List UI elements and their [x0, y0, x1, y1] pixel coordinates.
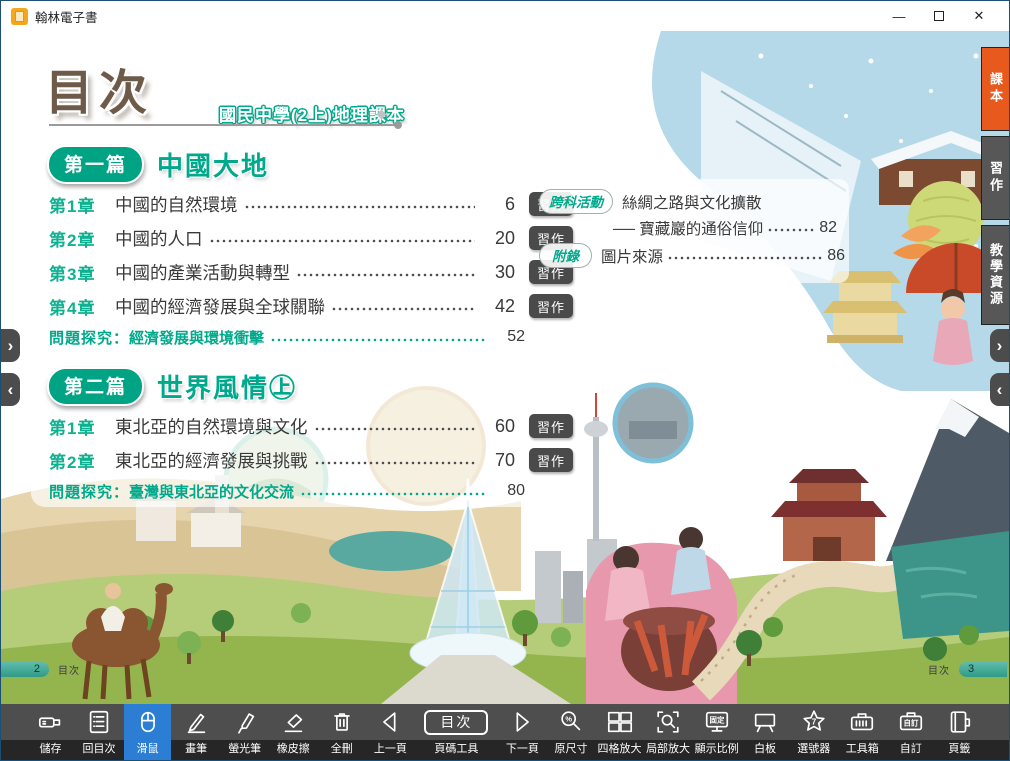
appendix-entry[interactable]: 附錄 圖片來源 86	[539, 243, 845, 268]
tab-textbook[interactable]: 課本	[981, 47, 1009, 131]
title-bar: 翰林電子書 — ✕	[1, 1, 1009, 31]
toc-row-ch1[interactable]: 第1章 東北亞的自然環境與文化 60 習作	[49, 409, 573, 443]
left-page-footer: 2 目次	[1, 662, 89, 677]
section-2-title: 世界風情㊤	[157, 368, 297, 405]
cross-subject-entry[interactable]: 跨科活動 絲綢之路與文化擴散 ── 寶藏巖的通俗信仰 82	[539, 189, 845, 239]
monitor-fixed-icon: 固定	[703, 708, 731, 736]
toolbar-eraser[interactable]: 橡皮擦	[270, 704, 317, 760]
pen-icon	[182, 708, 210, 736]
zoom-percent-icon: %	[557, 708, 585, 736]
toolbar-highlighter[interactable]: 螢光筆	[221, 704, 268, 760]
page-title: 目次	[45, 53, 153, 123]
toc-row-explore-1[interactable]: 問題探究： 經濟發展與環境衝擊 52	[49, 323, 573, 351]
section-2-rows: 第1章 東北亞的自然環境與文化 60 習作 第2章 東北亞的經濟發展與挑戰 70…	[49, 409, 573, 505]
trash-icon	[328, 708, 356, 736]
mouse-icon	[134, 708, 162, 736]
toc-list-icon	[85, 708, 113, 736]
dot-leader	[209, 237, 475, 245]
right-edge-forward-arrow[interactable]: ›	[990, 329, 1009, 362]
toc-row-explore-2[interactable]: 問題探究： 臺灣與東北亞的文化交流 80	[49, 477, 573, 505]
star-number-icon: 7	[800, 708, 828, 736]
next-page-triangle-icon	[508, 708, 536, 736]
toolbar-partial-zoom[interactable]: 局部放大	[645, 704, 692, 760]
toc-row-ch3[interactable]: 第3章 中國的產業活動與轉型 30 習作	[49, 255, 573, 289]
workbook-badge[interactable]: 習作	[529, 294, 573, 318]
custom-case-icon: 自訂	[897, 708, 925, 736]
custom-text: 自訂	[903, 718, 918, 728]
book-page: 目次 國民中學(2上)地理課本 第一篇 中國大地 第1章 中國的自然環境 6 習…	[1, 31, 1009, 704]
toolbar-page-tabs[interactable]: 頁籤	[936, 704, 983, 760]
workbook-badge[interactable]: 習作	[529, 448, 573, 472]
toolbar-four-grid-zoom[interactable]: 四格放大	[596, 704, 643, 760]
dot-leader	[300, 490, 485, 498]
tab-workbook[interactable]: 習作	[981, 136, 1009, 220]
toc-row-ch2[interactable]: 第2章 東北亞的經濟發展與挑戰 70 習作	[49, 443, 573, 477]
side-tab-group: 課本 習作 教學資源	[981, 47, 1009, 330]
dot-leader	[767, 226, 815, 234]
toolbar-pen[interactable]: 畫筆	[173, 704, 220, 760]
right-page-number: 3	[959, 662, 1007, 677]
toc-row-ch4[interactable]: 第4章 中國的經濟發展與全球關聯 42 習作	[49, 289, 573, 323]
maximize-button[interactable]	[919, 2, 959, 30]
maximize-icon	[934, 11, 944, 21]
toolbar-custom[interactable]: 自訂 自訂	[887, 704, 934, 760]
current-page-button[interactable]: 目次	[424, 710, 488, 735]
app-title: 翰林電子書	[35, 7, 98, 26]
section-1-title: 中國大地	[157, 146, 269, 183]
toolbar-whiteboard[interactable]: 白板	[742, 704, 789, 760]
whiteboard-icon	[751, 708, 779, 736]
dot-leader	[270, 336, 485, 344]
tab-resources[interactable]: 教學資源	[981, 225, 1009, 325]
number-7-text: 7	[811, 716, 816, 726]
toc-row-ch1[interactable]: 第1章 中國的自然環境 6 習作	[49, 187, 573, 221]
workbook-badge[interactable]: 習作	[529, 414, 573, 438]
toolbar-page-number-tool[interactable]: 目次 頁碼工具	[415, 704, 497, 760]
toc-row-ch2[interactable]: 第2章 中國的人口 20 習作	[49, 221, 573, 255]
dot-leader	[331, 305, 475, 313]
toolbar-back-to-toc[interactable]: 回目次	[76, 704, 123, 760]
app-window: 翰林電子書 — ✕	[0, 0, 1010, 761]
app-logo-icon	[11, 8, 28, 25]
prev-page-triangle-icon	[376, 708, 404, 736]
section-1-badge: 第一篇	[47, 145, 144, 184]
cross-subject-badge: 跨科活動	[539, 189, 613, 214]
toolbar-number-picker[interactable]: 7 選號器	[790, 704, 837, 760]
left-page-number: 2	[1, 662, 49, 677]
toolbar-toolbox[interactable]: 工具箱	[839, 704, 886, 760]
close-button[interactable]: ✕	[959, 2, 999, 30]
toolbar-delete-all[interactable]: 全刪	[318, 704, 365, 760]
dot-leader	[667, 254, 823, 262]
highlighter-icon	[231, 708, 259, 736]
page-tab-book-icon	[945, 708, 973, 736]
save-usb-icon	[37, 708, 65, 736]
section-2-badge: 第二篇	[47, 367, 144, 406]
section-1-rows: 第1章 中國的自然環境 6 習作 第2章 中國的人口 20 習作 第3章 中國的…	[49, 187, 573, 351]
right-page-footer: 目次 3	[919, 662, 1007, 677]
left-edge-back-arrow[interactable]: ‹	[1, 373, 20, 406]
dot-leader	[314, 459, 475, 467]
fixed-text: 固定	[709, 714, 724, 724]
title-divider	[49, 124, 399, 126]
bottom-toolbar: 儲存 回目次 滑鼠 畫筆 螢光筆 橡皮擦	[1, 704, 1009, 760]
percent-text: %	[565, 715, 572, 724]
dot-leader	[314, 425, 475, 433]
minimize-button[interactable]: —	[879, 2, 919, 30]
four-grid-icon	[606, 708, 634, 736]
toolbar-next-page[interactable]: 下一頁	[499, 704, 546, 760]
dot-leader	[244, 203, 475, 211]
toolbar-original-size[interactable]: % 原尺寸	[547, 704, 594, 760]
toolbar-mouse[interactable]: 滑鼠	[124, 704, 171, 760]
appendix-badge: 附錄	[539, 243, 592, 268]
partial-zoom-icon	[654, 708, 682, 736]
toolbar-display-ratio[interactable]: 固定 顯示比例	[693, 704, 740, 760]
eraser-icon	[279, 708, 307, 736]
toolbar-prev-page[interactable]: 上一頁	[367, 704, 414, 760]
section-2-header: 第二篇 世界風情㊤	[47, 367, 297, 406]
right-edge-back-arrow[interactable]: ‹	[990, 373, 1009, 406]
toolbar-save[interactable]: 儲存	[27, 704, 74, 760]
section-1-header: 第一篇 中國大地	[47, 145, 269, 184]
left-edge-forward-arrow[interactable]: ›	[1, 329, 20, 362]
toolbox-icon	[848, 708, 876, 736]
dot-leader	[296, 271, 475, 279]
